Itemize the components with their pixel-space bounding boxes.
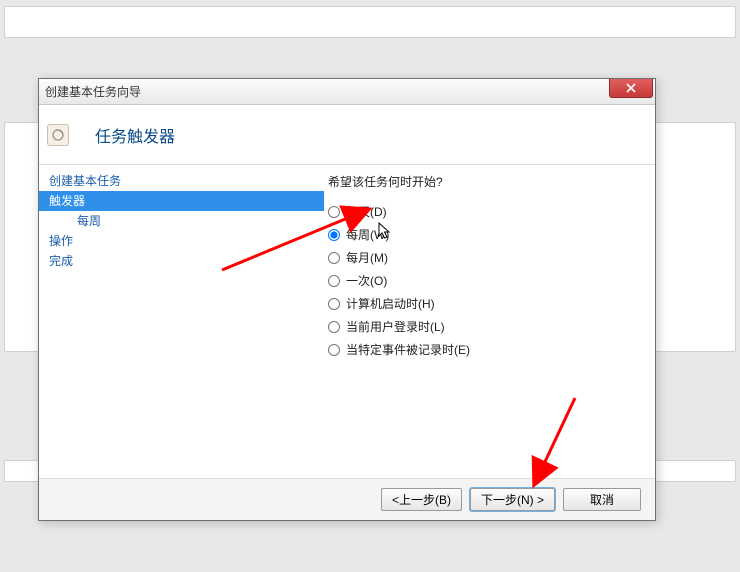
wizard-header-icon [47,124,69,146]
header-title: 任务触发器 [95,123,175,147]
trigger-option-event[interactable]: 当特定事件被记录时(E) [328,338,655,361]
sidebar-item-label: 每周 [77,214,101,228]
radio-monthly[interactable] [328,252,340,264]
background-band [4,6,736,38]
trigger-option-monthly[interactable]: 每月(M) [328,246,655,269]
titlebar: 创建基本任务向导 [39,79,655,105]
sidebar-item[interactable]: 触发器 [39,191,324,211]
footer: <上一步(B) 下一步(N) > 取消 [39,478,655,520]
trigger-option-daily[interactable]: 每天(D) [328,200,655,223]
next-button[interactable]: 下一步(N) > [470,488,555,511]
content: 创建基本任务触发器每周操作完成 希望该任务何时开始? 每天(D) 每周(W) 每月(… [39,165,655,478]
radio-label: 一次(O) [346,272,387,289]
trigger-option-weekly[interactable]: 每周(W) [328,223,655,246]
wizard-sidebar: 创建基本任务触发器每周操作完成 [39,165,324,478]
sidebar-item[interactable]: 操作 [39,231,324,251]
sidebar-item[interactable]: 创建基本任务 [39,171,324,191]
radio-once[interactable] [328,275,340,287]
wizard-main: 希望该任务何时开始? 每天(D) 每周(W) 每月(M) 一次(O) 计算机启动时(H)… [324,165,655,478]
radio-label: 当前用户登录时(L) [346,318,445,335]
wizard-dialog: 创建基本任务向导 任务触发器 创建基本任务触发器每周操作完成 希望该任务何时开始… [38,78,656,521]
radio-startup[interactable] [328,298,340,310]
radio-label: 当特定事件被记录时(E) [346,341,470,358]
close-button[interactable] [609,79,653,98]
radio-daily[interactable] [328,206,340,218]
radio-label: 计算机启动时(H) [346,295,435,312]
radio-weekly[interactable] [328,229,340,241]
trigger-option-startup[interactable]: 计算机启动时(H) [328,292,655,315]
trigger-option-logon[interactable]: 当前用户登录时(L) [328,315,655,338]
sidebar-item-label: 操作 [49,234,73,248]
trigger-options: 每天(D) 每周(W) 每月(M) 一次(O) 计算机启动时(H) 当前用户登录时(L) 当… [328,200,655,361]
sidebar-item-label: 创建基本任务 [49,174,121,188]
close-icon [626,83,636,93]
radio-label: 每周(W) [346,226,389,243]
radio-event[interactable] [328,344,340,356]
radio-label: 每天(D) [346,203,387,220]
trigger-option-once[interactable]: 一次(O) [328,269,655,292]
back-button[interactable]: <上一步(B) [381,488,462,511]
sidebar-item-label: 完成 [49,254,73,268]
sidebar-item-label: 触发器 [49,194,85,208]
trigger-prompt: 希望该任务何时开始? [328,173,655,190]
header-section: 任务触发器 [39,105,655,165]
sidebar-item[interactable]: 每周 [39,211,324,231]
radio-label: 每月(M) [346,249,388,266]
cancel-button[interactable]: 取消 [563,488,641,511]
radio-logon[interactable] [328,321,340,333]
dialog-title: 创建基本任务向导 [45,83,141,100]
sidebar-item[interactable]: 完成 [39,251,324,271]
